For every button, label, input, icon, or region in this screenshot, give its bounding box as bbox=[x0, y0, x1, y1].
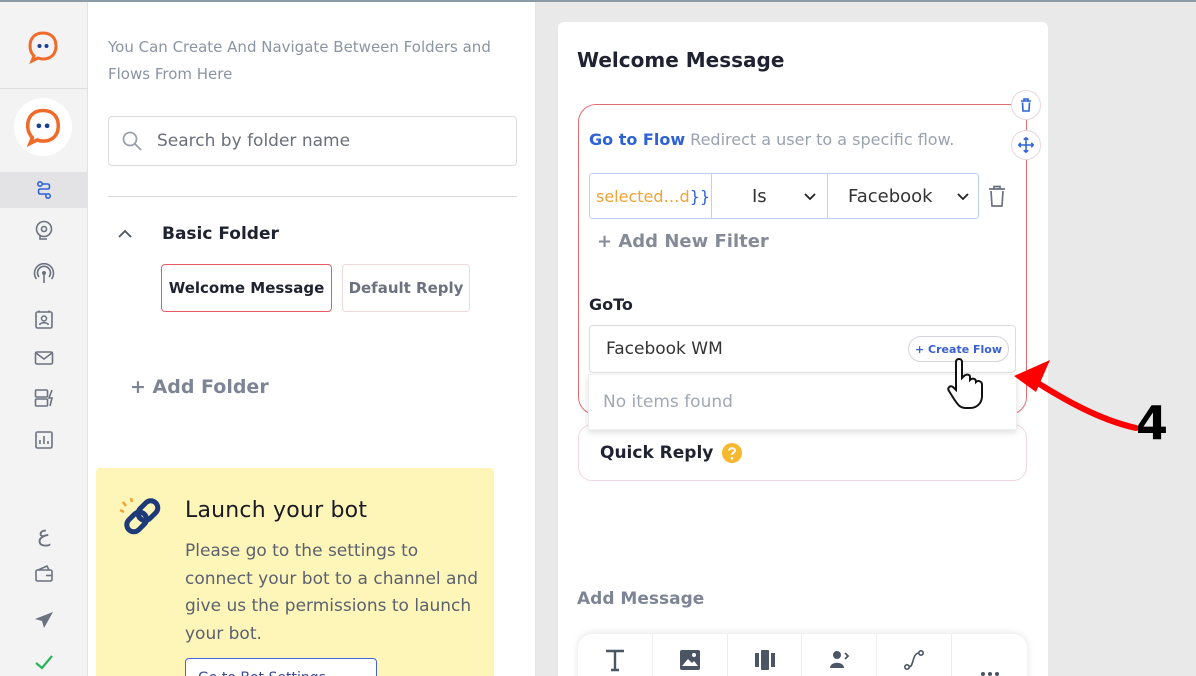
create-flow-button[interactable]: + Create Flow bbox=[908, 336, 1009, 362]
tool-goto-flow[interactable] bbox=[877, 634, 953, 676]
goto-label: GoTo bbox=[589, 295, 633, 314]
mail-icon bbox=[34, 351, 54, 365]
rail-item-integrations[interactable] bbox=[0, 380, 88, 416]
goto-flow-input[interactable]: Facebook WM + Create Flow bbox=[589, 325, 1016, 373]
left-rail: ع bbox=[0, 0, 88, 676]
flow-icon bbox=[904, 649, 925, 670]
flow-icon bbox=[37, 180, 52, 200]
more-icon bbox=[980, 672, 999, 676]
folder-search[interactable] bbox=[108, 116, 517, 166]
flow-default-reply[interactable]: Default Reply bbox=[342, 264, 470, 312]
delete-block-button[interactable] bbox=[1011, 90, 1041, 120]
tool-more[interactable] bbox=[952, 634, 1027, 676]
operator-value: Is bbox=[752, 185, 767, 207]
editor-title: Welcome Message bbox=[577, 48, 785, 72]
rail-item-contacts[interactable] bbox=[0, 302, 88, 338]
tool-carousel[interactable] bbox=[728, 634, 803, 676]
goto-flow-value: Facebook WM bbox=[606, 339, 723, 359]
flow-editor-card: Welcome Message Go to Flow Redirect a us… bbox=[558, 22, 1048, 676]
rail-separator bbox=[0, 88, 88, 89]
help-icon[interactable] bbox=[721, 442, 743, 464]
folders-hint: You Can Create And Navigate Between Fold… bbox=[108, 38, 491, 83]
add-folder-button[interactable]: + Add Folder bbox=[130, 376, 269, 398]
launch-bot-card: Launch your bot Please go to the setting… bbox=[96, 468, 494, 676]
no-items-text: No items found bbox=[603, 392, 733, 412]
goto-flow-description: Go to Flow Redirect a user to a specific… bbox=[589, 130, 954, 149]
wallet-icon bbox=[35, 564, 53, 582]
link-icon bbox=[119, 497, 161, 535]
delete-filter-icon[interactable] bbox=[987, 184, 1007, 208]
rail-item-ai[interactable] bbox=[0, 212, 88, 248]
rail-item-send[interactable] bbox=[0, 602, 88, 638]
message-type-toolbar bbox=[578, 634, 1027, 676]
server-bolt-icon bbox=[34, 389, 54, 407]
rail-item-broadcast[interactable] bbox=[0, 256, 88, 292]
filter-row: selected…d}} Is Facebook bbox=[589, 173, 1007, 219]
move-block-button[interactable] bbox=[1011, 130, 1041, 160]
variable-text: selected…d bbox=[596, 186, 690, 206]
quick-reply-label: Quick Reply bbox=[600, 442, 714, 463]
tool-text[interactable] bbox=[578, 634, 653, 676]
rail-item-language[interactable]: ع bbox=[0, 516, 88, 552]
folder-header[interactable]: Basic Folder bbox=[116, 224, 279, 244]
folder-name: Basic Folder bbox=[162, 224, 279, 244]
rail-item-analytics[interactable] bbox=[0, 422, 88, 458]
rail-item-status[interactable] bbox=[0, 644, 88, 676]
launch-text: Please go to the settings to connect you… bbox=[185, 541, 479, 644]
panel-divider bbox=[108, 196, 517, 197]
tool-user-input[interactable] bbox=[802, 634, 878, 676]
filter-operator-select[interactable]: Is bbox=[712, 173, 828, 219]
chart-icon bbox=[35, 431, 53, 449]
chevron-up-icon[interactable] bbox=[116, 225, 134, 243]
tool-image[interactable] bbox=[653, 634, 728, 676]
filter-value-select[interactable]: Facebook bbox=[828, 173, 979, 219]
flow-welcome-message[interactable]: Welcome Message bbox=[161, 264, 332, 312]
go-to-bot-settings-button[interactable]: Go to Bot Settings bbox=[185, 658, 377, 676]
chevron-down-icon bbox=[957, 193, 969, 201]
bot-avatar[interactable] bbox=[14, 98, 72, 156]
bot-logo-icon bbox=[25, 108, 61, 147]
text-icon bbox=[605, 649, 624, 672]
brand-logo-icon[interactable] bbox=[26, 30, 60, 64]
filter-variable[interactable]: selected…d}} bbox=[589, 173, 712, 219]
search-input[interactable] bbox=[157, 131, 497, 151]
move-icon bbox=[1017, 136, 1035, 154]
trash-icon bbox=[1021, 98, 1031, 112]
search-icon bbox=[122, 131, 142, 151]
rail-item-messages[interactable] bbox=[0, 340, 88, 376]
user-input-icon bbox=[830, 651, 850, 668]
rail-item-wallet[interactable] bbox=[0, 556, 88, 592]
send-icon bbox=[35, 612, 53, 628]
goto-flow-desc: Redirect a user to a specific flow. bbox=[685, 130, 955, 149]
rail-item-flows[interactable] bbox=[0, 172, 88, 208]
brain-gear-icon bbox=[35, 220, 53, 240]
goto-flow-block: Go to Flow Redirect a user to a specific… bbox=[578, 104, 1027, 415]
contact-card-icon bbox=[35, 310, 53, 329]
launch-title: Launch your bot bbox=[185, 498, 368, 523]
add-new-filter-button[interactable]: + Add New Filter bbox=[597, 231, 769, 252]
variable-brace: }} bbox=[689, 186, 711, 206]
annotation-step-number: 4 bbox=[1136, 396, 1169, 450]
carousel-icon bbox=[754, 650, 775, 670]
add-message-label: Add Message bbox=[577, 589, 705, 609]
goto-flow-title: Go to Flow bbox=[589, 130, 686, 149]
top-border bbox=[0, 0, 1196, 2]
goto-dropdown-list: No items found bbox=[588, 374, 1017, 430]
image-icon bbox=[679, 650, 700, 670]
quick-reply-block[interactable]: Quick Reply bbox=[578, 424, 1027, 481]
chevron-down-icon bbox=[804, 193, 816, 201]
broadcast-icon bbox=[33, 263, 55, 283]
filter-value: Facebook bbox=[848, 185, 933, 207]
check-icon bbox=[35, 655, 53, 670]
folders-panel: You Can Create And Navigate Between Fold… bbox=[88, 0, 536, 676]
